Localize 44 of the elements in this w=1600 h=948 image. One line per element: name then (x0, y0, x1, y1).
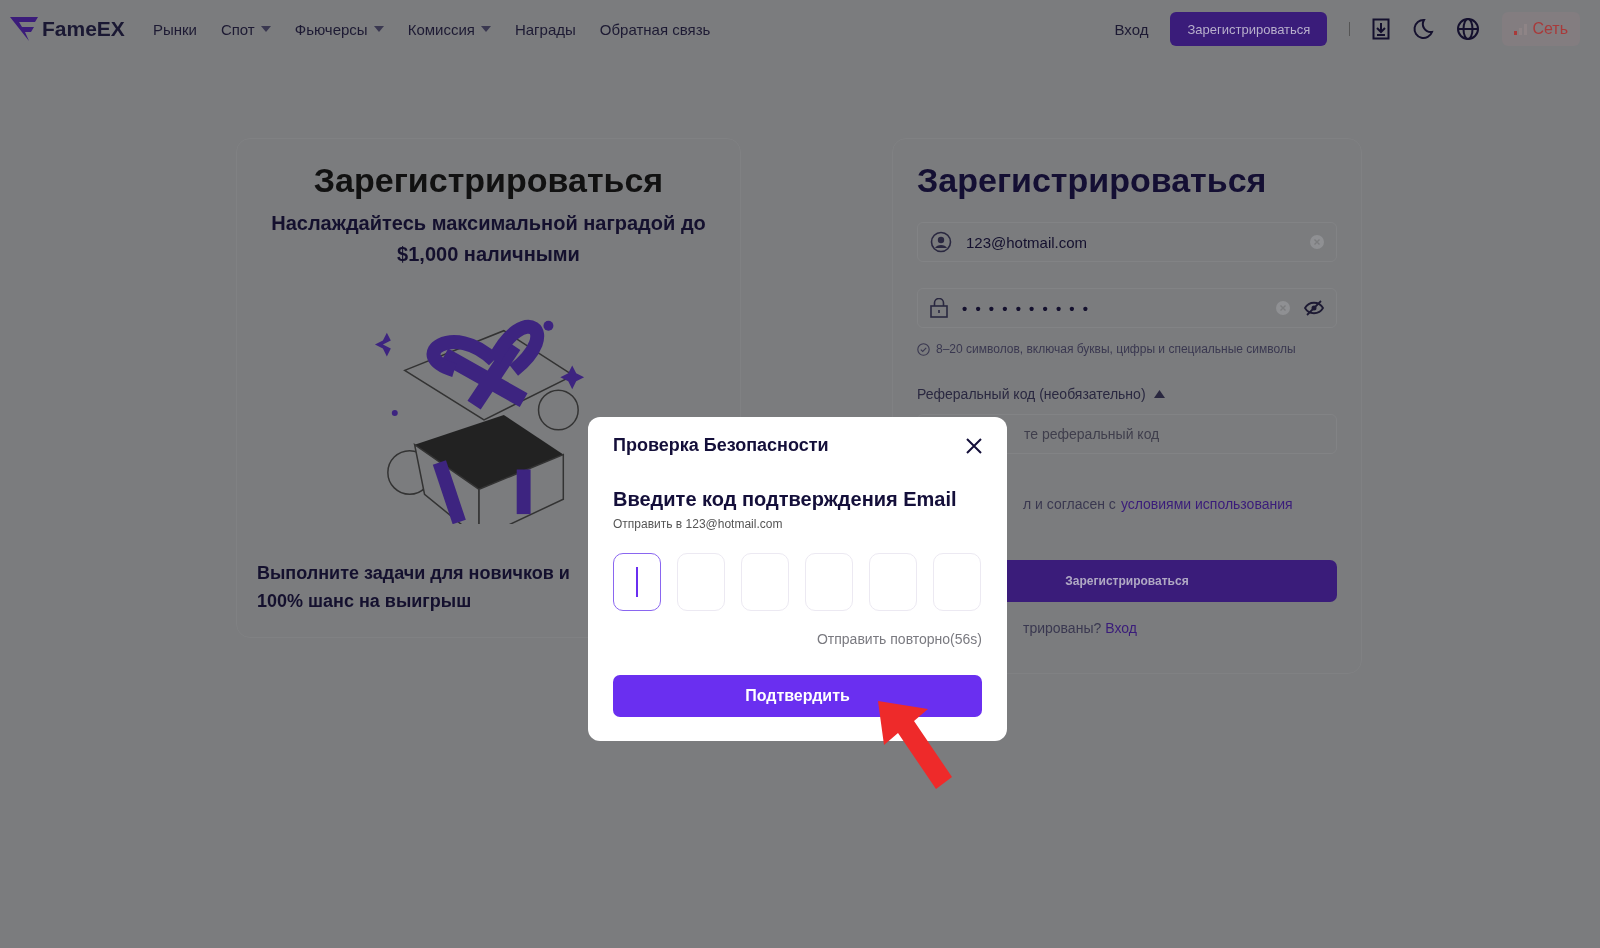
referral-toggle[interactable]: Реферальный код (необязательно) (917, 386, 1165, 402)
signal-bars-icon (1514, 23, 1529, 35)
password-field[interactable]: • • • • • • • • • • (917, 288, 1337, 328)
nav-link[interactable]: Фьючерсы (294, 20, 384, 38)
login-prompt-text: трированы? (1023, 620, 1102, 636)
nav-link[interactable]: Награды (514, 20, 576, 38)
resend-link[interactable]: Отправить повторно(56s) (613, 631, 982, 647)
confirm-button[interactable]: Подтвердить (613, 675, 982, 717)
nav-link[interactable]: Обратная связь (599, 20, 711, 38)
download-icon[interactable] (1372, 18, 1391, 40)
terms-link[interactable]: условиями использования (1120, 496, 1293, 512)
password-value: • • • • • • • • • • (962, 299, 1092, 317)
logo-text[interactable]: FameEX (42, 17, 125, 41)
referral-placeholder: те реферальный код (1024, 426, 1160, 442)
caret-icon[interactable] (480, 26, 491, 32)
eye-slash-icon[interactable] (1304, 300, 1324, 316)
password-hint: 8–20 символов, включая буквы, цифры и специальные символы (936, 342, 1296, 356)
code-digit-field[interactable] (613, 553, 661, 611)
caret-icon[interactable] (260, 26, 271, 32)
close-icon[interactable] (966, 437, 982, 454)
moon-icon[interactable] (1412, 18, 1435, 40)
dialog-heading: Введите код подтверждения Email (613, 488, 958, 511)
promo-tasks-text: Выполните задачи для новичков и 100% шанс на выигрыш (257, 562, 571, 613)
nav-link[interactable]: Спот (220, 20, 271, 38)
login-link[interactable]: Вход (1105, 620, 1137, 636)
lock-icon (930, 298, 948, 318)
promo-title: Зарегистрироваться (313, 161, 664, 200)
check-circle-icon (917, 342, 930, 356)
user-icon (930, 231, 952, 253)
nav-link[interactable]: Рынки (152, 20, 197, 38)
dialog-title: Проверка Безопасности (613, 435, 829, 456)
email-field[interactable]: 123@hotmail.com (917, 222, 1337, 262)
sent-to-text: Отправить в 123@hotmail.com (613, 517, 784, 531)
register-button[interactable]: Зарегистрироваться (1170, 12, 1328, 46)
globe-icon[interactable] (1456, 17, 1481, 41)
terms-text: л и согласен с (1023, 496, 1116, 512)
login-link[interactable]: Вход (1114, 20, 1149, 38)
form-title: Зарегистрироваться (917, 161, 1268, 200)
caret-icon[interactable] (1153, 390, 1165, 398)
nav-link[interactable]: Комиссия (407, 20, 491, 38)
logo-icon (10, 17, 38, 41)
caret-icon[interactable] (373, 26, 384, 32)
promo-subtitle: Наслаждайтесь максимальной наградой до $1,000 наличными (270, 211, 707, 267)
email-value: 123@hotmail.com (966, 233, 1089, 251)
